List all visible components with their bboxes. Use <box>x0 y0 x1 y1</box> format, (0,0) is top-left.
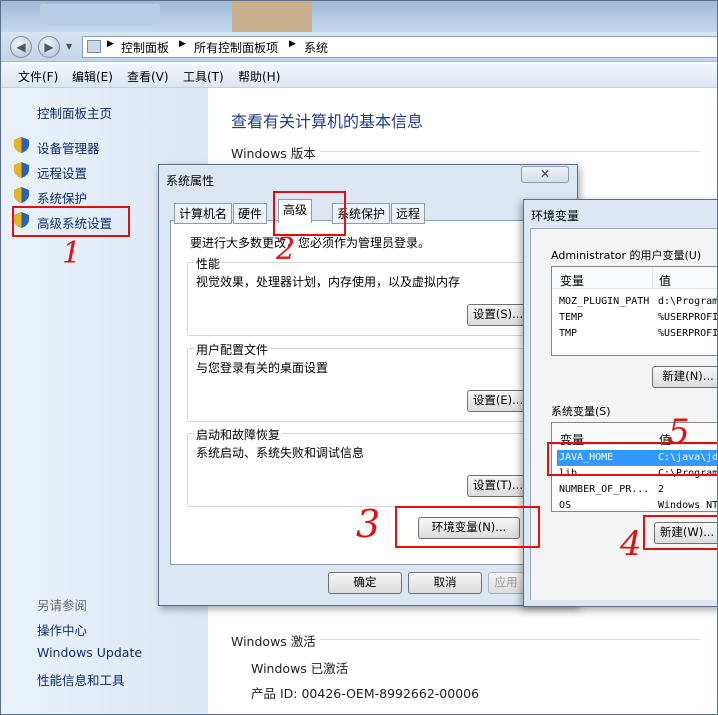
control-panel-icon <box>87 40 101 53</box>
address-bar[interactable]: ▶ 控制面板 ▶ 所有控制面板项 ▶ 系统 <box>82 36 718 58</box>
user-var-name[interactable]: MOZ_PLUGIN_PATH <box>559 296 651 307</box>
annotation-step-5: 5 <box>668 412 690 452</box>
menu-edit[interactable]: 编辑(E) <box>72 68 113 85</box>
user-var-value[interactable]: %USERPROFI <box>658 328 718 339</box>
performance-settings-button[interactable]: 设置(S)... <box>467 304 529 326</box>
forward-button[interactable]: ▶ <box>38 36 60 58</box>
product-id: 产品 ID: 00426-OEM-8992662-00006 <box>251 686 480 701</box>
back-button[interactable]: ◀ <box>10 36 32 58</box>
user-profiles-group-title: 用户配置文件 <box>194 341 271 358</box>
divider <box>320 639 700 640</box>
env-dialog-title: 环境变量 <box>531 209 580 223</box>
user-profiles-desc: 与您登录有关的桌面设置 <box>196 361 329 375</box>
breadcrumb-item-all-items[interactable]: 所有控制面板项 <box>194 39 278 56</box>
menu-help[interactable]: 帮助(H) <box>238 68 280 85</box>
see-also-heading: 另请参阅 <box>37 598 88 613</box>
windows-update-link[interactable]: Windows Update <box>37 645 142 660</box>
dialog-title: 系统属性 <box>166 174 215 188</box>
user-var-value[interactable]: %USERPROFI <box>658 312 718 323</box>
action-center-link[interactable]: 操作中心 <box>37 620 87 639</box>
breadcrumb-arrow-icon: ▶ <box>179 39 186 49</box>
performance-tools-link[interactable]: 性能信息和工具 <box>37 670 125 689</box>
history-dropdown-icon[interactable]: ▼ <box>66 42 72 51</box>
tab-computer-name[interactable]: 计算机名 <box>174 203 233 224</box>
column-divider <box>652 267 653 289</box>
remote-settings-link[interactable]: 远程设置 <box>37 163 87 182</box>
shield-icon <box>14 162 29 178</box>
menu-bar: 文件(F) 编辑(E) 查看(V) 工具(T) 帮助(H) <box>0 64 718 88</box>
user-var-name[interactable]: TEMP <box>559 312 583 323</box>
breadcrumb-item-system[interactable]: 系统 <box>304 39 328 56</box>
system-var-name[interactable]: NUMBER_OF_PR... <box>559 484 651 495</box>
annotation-box-java-home <box>547 442 718 476</box>
shield-icon <box>14 187 29 203</box>
tab-hardware[interactable]: 硬件 <box>233 203 268 224</box>
blurred-tab <box>40 4 160 26</box>
tab-remote[interactable]: 远程 <box>391 203 426 224</box>
annotation-box-new-button <box>643 515 718 550</box>
col-header-value[interactable]: 值 <box>659 272 671 289</box>
close-icon[interactable]: ✕ <box>521 166 569 183</box>
cancel-button[interactable]: 取消 <box>408 572 482 594</box>
annotation-box-env-button <box>395 506 540 548</box>
system-var-name[interactable]: OS <box>559 500 571 510</box>
system-vars-heading: 系统变量(S) <box>551 405 611 418</box>
startup-recovery-desc: 系统启动、系统失败和调试信息 <box>196 446 365 460</box>
control-panel-home-link[interactable]: 控制面板主页 <box>37 103 112 122</box>
device-manager-link[interactable]: 设备管理器 <box>37 138 100 157</box>
annotation-step-3: 3 <box>356 502 381 546</box>
activation-status: Windows 已激活 <box>251 661 349 676</box>
breadcrumb-arrow-icon: ▶ <box>289 39 296 49</box>
user-var-value[interactable]: d:\Program <box>658 296 718 307</box>
startup-recovery-settings-button[interactable]: 设置(T)... <box>467 475 529 497</box>
annotation-box-advanced-settings <box>12 206 130 237</box>
annotation-step-2: 2 <box>276 232 296 267</box>
admin-note: 要进行大多数更改，您必须作为管理员登录。 <box>190 236 431 250</box>
breadcrumb-item-control-panel[interactable]: 控制面板 <box>121 39 169 56</box>
annotation-step-4: 4 <box>620 524 642 564</box>
shield-icon <box>14 137 29 153</box>
menu-view[interactable]: 查看(V) <box>127 68 169 85</box>
performance-group-title: 性能 <box>194 255 223 272</box>
performance-desc: 视觉效果，处理器计划，内存使用，以及虚拟内存 <box>196 275 461 289</box>
annotation-box-advanced-tab <box>273 191 346 236</box>
startup-recovery-group-title: 启动和故障恢复 <box>194 426 283 443</box>
user-var-name[interactable]: TMP <box>559 328 577 339</box>
user-vars-list[interactable]: 变量 值 MOZ_PLUGIN_PATH d:\Program TEMP %US… <box>551 266 718 356</box>
ok-button[interactable]: 确定 <box>328 572 402 594</box>
col-header-variable[interactable]: 变量 <box>560 272 584 289</box>
windows-edition-heading: Windows 版本 <box>231 146 316 161</box>
apply-button[interactable]: 应用 <box>488 572 524 594</box>
user-new-button[interactable]: 新建(N)... <box>652 366 718 388</box>
breadcrumb-arrow-icon: ▶ <box>107 39 114 49</box>
blurred-image <box>232 0 312 32</box>
page-title: 查看有关计算机的基本信息 <box>231 112 424 131</box>
user-profiles-settings-button[interactable]: 设置(E)... <box>467 390 529 412</box>
annotation-step-1: 1 <box>62 236 82 271</box>
system-var-value[interactable]: 2 <box>658 484 718 495</box>
user-vars-heading: Administrator 的用户变量(U) <box>551 249 702 262</box>
system-protection-link[interactable]: 系统保护 <box>37 188 87 207</box>
system-var-value[interactable]: Windows_NT <box>658 500 718 510</box>
activation-heading: Windows 激活 <box>231 634 316 649</box>
menu-tools[interactable]: 工具(T) <box>183 68 224 85</box>
menu-file[interactable]: 文件(F) <box>18 68 58 85</box>
divider <box>320 151 700 152</box>
